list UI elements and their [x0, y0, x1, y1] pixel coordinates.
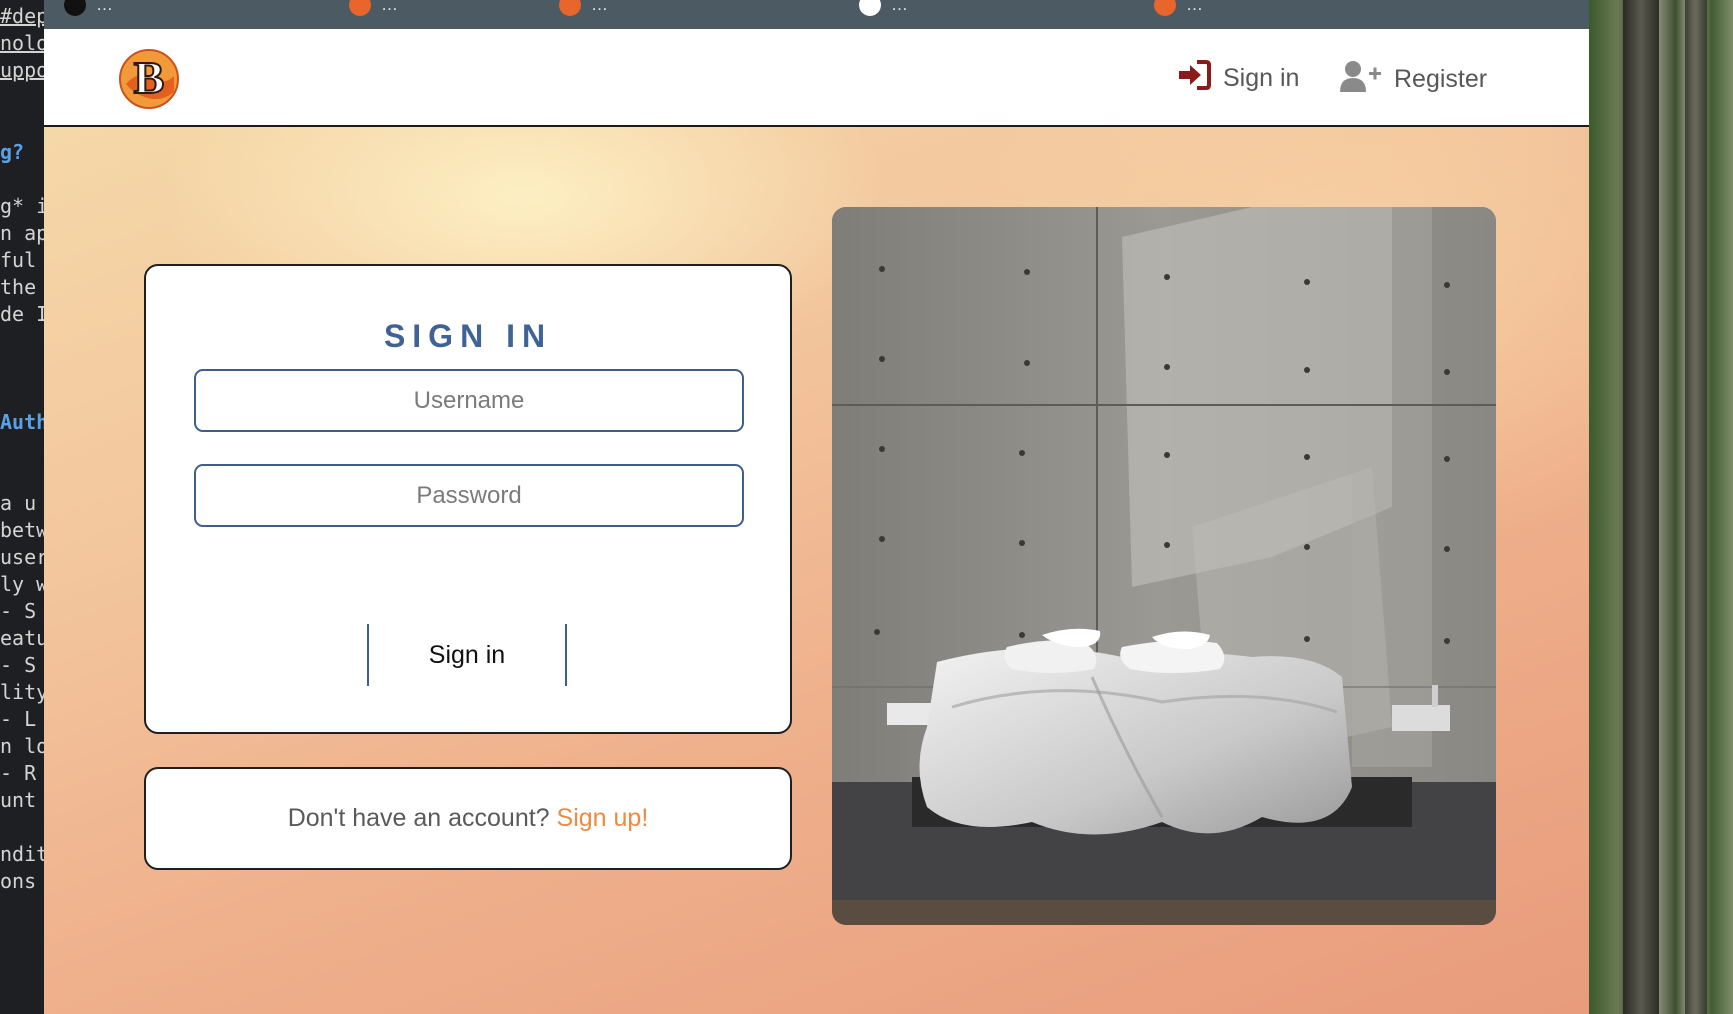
code-line: eatu: [0, 626, 44, 650]
bookmark-favicon-icon: [859, 0, 881, 16]
bedroom-photo: [832, 207, 1496, 925]
bookmark-item[interactable]: …: [559, 0, 608, 16]
code-line: uppo: [0, 58, 44, 82]
code-line: de I: [0, 302, 44, 326]
sign-in-icon: [1177, 60, 1211, 97]
code-line: Auth: [0, 410, 44, 434]
code-line: nolo: [0, 31, 44, 55]
code-line: ons: [0, 869, 37, 893]
code-line: #dep: [0, 4, 44, 28]
bookmark-label: …: [591, 0, 608, 14]
code-editor-strip: #dep nolo uppo g? g* i n ap ful the de I Auth a u…: [0, 0, 44, 1014]
code-line: ndit: [0, 842, 44, 866]
code-line: g* i: [0, 194, 44, 218]
password-field[interactable]: [194, 464, 744, 527]
code-line: - R: [0, 761, 37, 785]
nav-register-link[interactable]: Register: [1340, 60, 1487, 99]
bookmark-favicon-icon: [349, 0, 371, 16]
hero-section: SIGN IN Sign in Don't have an account? S…: [44, 127, 1589, 1014]
bookmarks-bar: … … … … …: [44, 0, 1589, 29]
sign-up-prompt-text: Don't have an account?: [287, 804, 550, 832]
code-line: unt: [0, 788, 37, 812]
user-plus-icon: [1340, 60, 1382, 99]
svg-text:B: B: [134, 52, 165, 103]
bookmark-item[interactable]: …: [859, 0, 908, 16]
code-line: a u: [0, 491, 37, 515]
site-navbar: B Sign in Register: [44, 29, 1589, 127]
code-line: betw: [0, 518, 44, 542]
sign-in-title: SIGN IN: [383, 318, 553, 354]
desktop-wallpaper: [1589, 0, 1733, 1014]
bookmark-label: …: [381, 0, 398, 14]
code-line: the: [0, 275, 37, 299]
sign-up-link[interactable]: Sign up!: [557, 804, 649, 832]
code-line: lity: [0, 680, 44, 704]
bookmark-favicon-icon: [64, 0, 86, 16]
browser-window: … … … … … B Sign in Register SIGN IN Usernam…: [44, 0, 1589, 1014]
sign-up-prompt: Don't have an account? Sign up!: [146, 804, 790, 833]
nav-sign-in-label: Sign in: [1223, 64, 1300, 92]
code-line: - S: [0, 653, 37, 677]
bookmark-label: …: [891, 0, 908, 14]
code-line: ful: [0, 248, 37, 272]
bookmark-item[interactable]: …: [64, 0, 113, 16]
code-line: ly w: [0, 572, 44, 596]
code-line: - L: [0, 707, 37, 731]
bookmark-label: …: [1186, 0, 1203, 14]
code-line: g?: [0, 140, 25, 164]
sign-up-card: Don't have an account? Sign up!: [144, 767, 792, 870]
code-line: n ap: [0, 221, 44, 245]
site-logo[interactable]: B: [118, 48, 180, 110]
code-line: n lo: [0, 734, 44, 758]
bookmark-item[interactable]: …: [349, 0, 398, 16]
code-line: - S: [0, 599, 37, 623]
nav-sign-in-link[interactable]: Sign in: [1177, 60, 1299, 97]
sign-in-button[interactable]: Sign in: [367, 624, 567, 686]
bookmark-item[interactable]: …: [1154, 0, 1203, 16]
username-field[interactable]: [194, 369, 744, 432]
bookmark-favicon-icon: [1154, 0, 1176, 16]
code-line: user: [0, 545, 44, 569]
sign-in-card: SIGN IN Sign in: [144, 264, 792, 734]
nav-register-label: Register: [1394, 65, 1488, 93]
bookmark-label: …: [96, 0, 113, 14]
bookmark-favicon-icon: [559, 0, 581, 16]
